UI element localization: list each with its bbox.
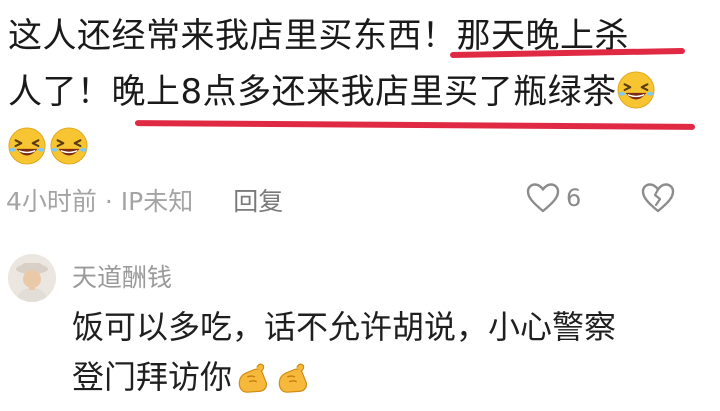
reply-text: 饭可以多吃，话不允许胡说，小心警察 登门拜访你 xyxy=(72,302,712,402)
dislike-button[interactable] xyxy=(640,182,676,220)
comment-body: 这人还经常来我店里买东西！那天晚上杀 人了！晚上8点多还来我店里买了瓶绿茶 xyxy=(8,8,708,176)
comment-text-line-1: 这人还经常来我店里买东西！那天晚上杀 xyxy=(8,16,629,56)
like-button[interactable]: 6 xyxy=(526,182,581,214)
comment-text-line-2: 人了！晚上8点多还来我店里买了瓶绿茶 xyxy=(8,64,708,120)
reply-text-line-1: 饭可以多吃，话不允许胡说，小心警察 xyxy=(72,308,617,346)
like-count: 6 xyxy=(566,184,582,212)
comment-text-line-2-text: 人了！晚上8点多还来我店里买了瓶绿茶 xyxy=(8,72,617,112)
laughing-face-icon xyxy=(8,127,46,165)
heart-icon xyxy=(526,183,560,213)
reply-text-line-2-row: 登门拜访你 xyxy=(72,352,712,402)
reply-username[interactable]: 天道酬钱 xyxy=(72,258,172,294)
reply-button[interactable]: 回复 xyxy=(233,182,283,218)
laughing-face-icon xyxy=(617,71,655,109)
user-avatar-icon xyxy=(8,254,56,302)
fist-bump-icon xyxy=(234,358,272,396)
comment-timestamp: 4小时前 · IP未知 xyxy=(6,187,194,216)
reply-text-line-2: 登门拜访你 xyxy=(72,358,233,396)
reply-comment: 天道酬钱 饭可以多吃，话不允许胡说，小心警察 登门拜访你 xyxy=(0,246,720,411)
broken-heart-icon xyxy=(641,183,675,213)
comment-meta-row: 4小时前 · IP未知 回复 6 xyxy=(6,180,706,220)
laughing-face-icon xyxy=(50,127,88,165)
fist-bump-icon xyxy=(274,358,312,396)
avatar[interactable] xyxy=(8,254,56,302)
